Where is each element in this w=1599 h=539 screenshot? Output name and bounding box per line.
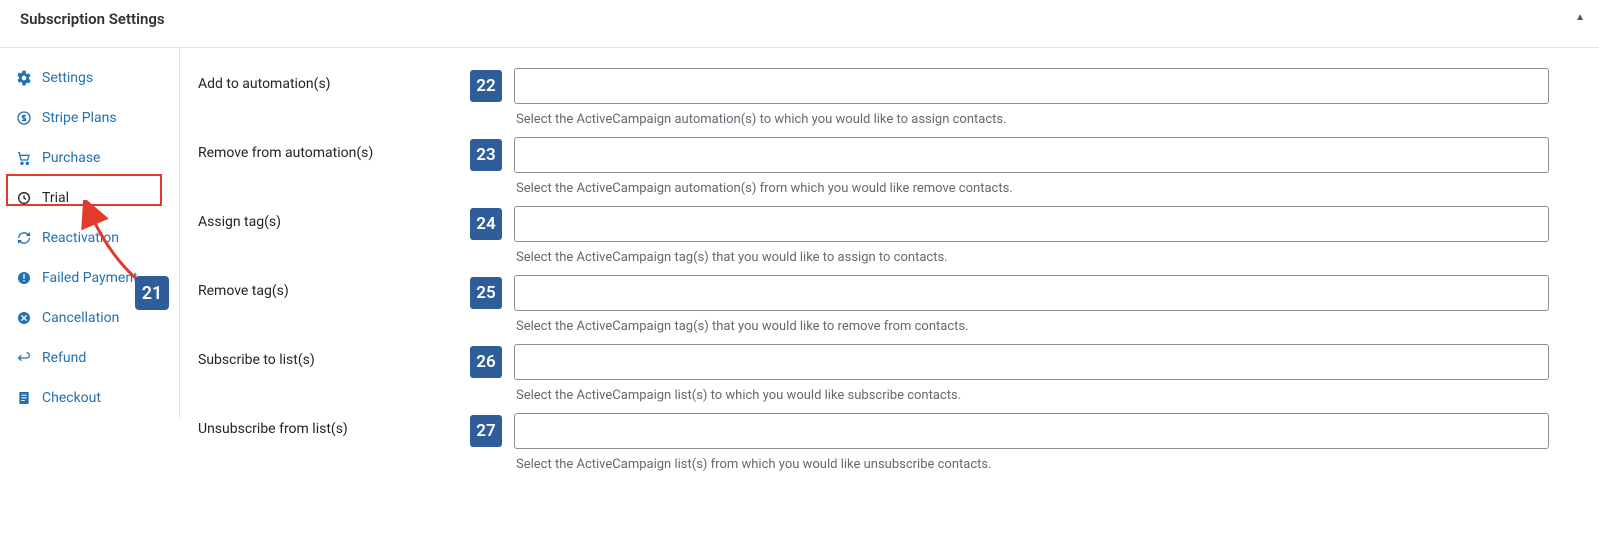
row-assign-tags: Assign tag(s) 24 Select the ActiveCampai…: [180, 196, 1599, 265]
assign-tags-input[interactable]: [514, 206, 1549, 242]
sidebar-item-label: Settings: [42, 70, 93, 86]
document-icon: [16, 390, 32, 406]
dollar-circle-icon: [16, 110, 32, 126]
annotation-callout-21: 21: [135, 276, 169, 310]
row-remove-automation: Remove from automation(s) 23 Select the …: [180, 127, 1599, 196]
annotation-callout-23: 23: [470, 139, 502, 171]
field-hint: Select the ActiveCampaign automation(s) …: [516, 112, 1549, 127]
field-label: Remove from automation(s): [198, 137, 470, 161]
sidebar-item-label: Stripe Plans: [42, 110, 117, 126]
annotation-callout-26: 26: [470, 346, 502, 378]
field-label: Remove tag(s): [198, 275, 470, 299]
alert-circle-icon: [16, 270, 32, 286]
annotation-callout-27: 27: [470, 415, 502, 447]
sidebar-item-label: Trial: [42, 190, 69, 206]
remove-tags-input[interactable]: [514, 275, 1549, 311]
cart-icon: [16, 150, 32, 166]
field-label: Add to automation(s): [198, 68, 470, 92]
form-panel: Add to automation(s) 22 Select the Activ…: [180, 48, 1599, 539]
page-title: Subscription Settings: [20, 10, 165, 28]
annotation-callout-25: 25: [470, 277, 502, 309]
annotation-callout-22: 22: [470, 70, 502, 102]
row-remove-tags: Remove tag(s) 25 Select the ActiveCampai…: [180, 265, 1599, 334]
clock-icon: [16, 190, 32, 206]
field-label: Subscribe to list(s): [198, 344, 470, 368]
sidebar-item-label: Checkout: [42, 390, 101, 406]
field-hint: Select the ActiveCampaign list(s) to whi…: [516, 388, 1549, 403]
sidebar-item-reactivation[interactable]: Reactivation: [0, 218, 179, 258]
add-automation-input[interactable]: [514, 68, 1549, 104]
sidebar-item-label: Reactivation: [42, 230, 119, 246]
field-hint: Select the ActiveCampaign automation(s) …: [516, 181, 1549, 196]
sidebar-item-trial[interactable]: Trial: [0, 178, 179, 218]
sidebar-item-purchase[interactable]: Purchase: [0, 138, 179, 178]
sidebar-item-settings[interactable]: Settings: [0, 58, 179, 98]
gear-icon: [16, 70, 32, 86]
return-icon: [16, 350, 32, 366]
row-subscribe-lists: Subscribe to list(s) 26 Select the Activ…: [180, 334, 1599, 403]
sidebar: Settings Stripe Plans Purchase: [0, 48, 180, 418]
sidebar-item-label: Cancellation: [42, 310, 119, 326]
subscribe-lists-input[interactable]: [514, 344, 1549, 380]
sidebar-item-stripe-plans[interactable]: Stripe Plans: [0, 98, 179, 138]
row-unsubscribe-lists: Unsubscribe from list(s) 27 Select the A…: [180, 403, 1599, 472]
panel-header[interactable]: Subscription Settings ▲: [0, 0, 1599, 48]
annotation-callout-24: 24: [470, 208, 502, 240]
sidebar-item-checkout[interactable]: Checkout: [0, 378, 179, 418]
unsubscribe-lists-input[interactable]: [514, 413, 1549, 449]
sidebar-item-label: Refund: [42, 350, 86, 366]
sidebar-item-label: Failed Payment: [42, 270, 138, 286]
field-hint: Select the ActiveCampaign tag(s) that yo…: [516, 250, 1549, 265]
sidebar-item-label: Purchase: [42, 150, 100, 166]
remove-automation-input[interactable]: [514, 137, 1549, 173]
refresh-icon: [16, 230, 32, 246]
field-hint: Select the ActiveCampaign tag(s) that yo…: [516, 319, 1549, 334]
collapse-toggle-icon[interactable]: ▲: [1575, 12, 1585, 23]
x-circle-icon: [16, 310, 32, 326]
row-add-automation: Add to automation(s) 22 Select the Activ…: [180, 58, 1599, 127]
field-hint: Select the ActiveCampaign list(s) from w…: [516, 457, 1549, 472]
sidebar-item-refund[interactable]: Refund: [0, 338, 179, 378]
field-label: Unsubscribe from list(s): [198, 413, 470, 437]
field-label: Assign tag(s): [198, 206, 470, 230]
